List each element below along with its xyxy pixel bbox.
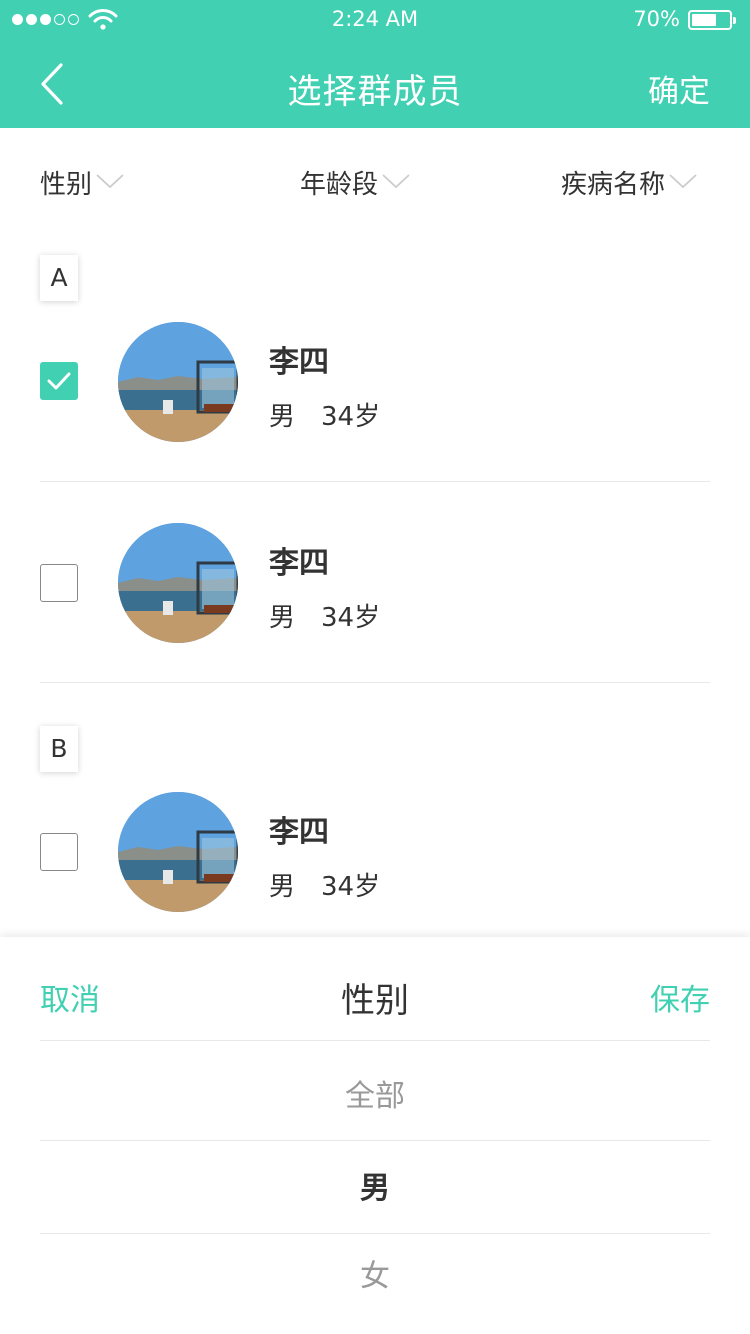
save-button[interactable]: 保存	[650, 975, 710, 1019]
member-checkbox[interactable]	[40, 362, 78, 400]
sheet-header: 取消 性别 保存	[40, 937, 710, 1041]
filter-label: 性别	[40, 170, 93, 200]
filter-label: 疾病名称	[561, 170, 666, 200]
member-name: 李四	[269, 345, 329, 380]
member-gender: 男	[269, 603, 296, 633]
member-name: 李四	[269, 815, 329, 850]
confirm-button[interactable]: 确定	[648, 66, 710, 111]
member-meta: 男 34岁	[269, 396, 380, 433]
navigation-bar: 选择群成员 确定	[0, 40, 750, 128]
gender-picker-sheet: 取消 性别 保存 全部 男 女	[0, 937, 750, 1334]
avatar	[118, 322, 238, 442]
filter-bar: 性别 年龄段 疾病名称	[0, 128, 750, 236]
battery-fill	[692, 14, 716, 26]
member-checkbox[interactable]	[40, 564, 78, 602]
member-name: 李四	[269, 546, 329, 581]
member-gender: 男	[269, 402, 296, 432]
option-female[interactable]: 女	[40, 1234, 710, 1324]
member-checkbox[interactable]	[40, 833, 78, 871]
member-row[interactable]: 李四 男 34岁	[40, 483, 710, 683]
battery-icon	[688, 10, 736, 30]
chevron-down-icon	[382, 173, 410, 188]
member-row[interactable]: 李四 男 34岁	[40, 752, 710, 952]
filter-age-range[interactable]: 年龄段	[300, 164, 410, 201]
avatar	[118, 792, 238, 912]
avatar-photo	[118, 523, 238, 643]
avatar-photo	[118, 322, 238, 442]
member-age: 34岁	[321, 872, 381, 902]
member-age: 34岁	[321, 402, 381, 432]
member-gender: 男	[269, 872, 296, 902]
status-bar: 2:24 AM 70%	[0, 0, 750, 40]
checkmark-icon	[47, 372, 71, 390]
member-row[interactable]: 李四 男 34岁	[40, 282, 710, 482]
member-meta: 男 34岁	[269, 597, 380, 634]
member-age: 34岁	[321, 603, 381, 633]
chevron-down-icon	[669, 173, 697, 188]
filter-disease-name[interactable]: 疾病名称	[561, 164, 697, 201]
sheet-title: 性别	[341, 981, 409, 1021]
filter-gender[interactable]: 性别	[40, 164, 124, 201]
avatar	[118, 523, 238, 643]
filter-label: 年龄段	[300, 170, 379, 200]
page-title: 选择群成员	[287, 72, 463, 112]
option-all[interactable]: 全部	[40, 1041, 710, 1141]
avatar-photo	[118, 792, 238, 912]
member-meta: 男 34岁	[269, 866, 380, 903]
battery-percentage: 70%	[633, 7, 680, 31]
chevron-down-icon	[96, 173, 124, 188]
option-male[interactable]: 男	[40, 1141, 710, 1234]
